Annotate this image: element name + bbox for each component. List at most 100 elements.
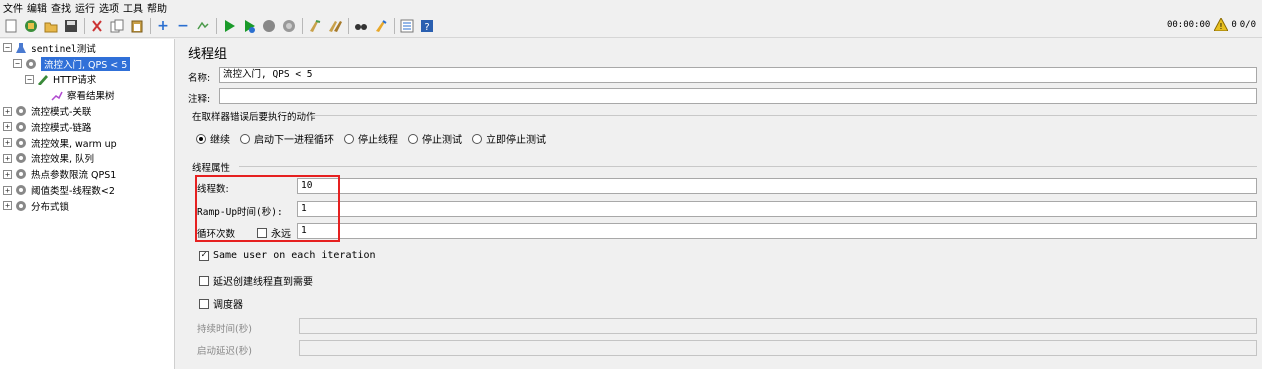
shutdown-icon[interactable] [281,18,297,34]
tree-label: 流控模式-链路 [31,122,92,134]
tree-label: HTTP请求 [53,75,97,87]
radio-start-next-loop[interactable]: 启动下一进程循环 [240,131,334,146]
tree-item-queue[interactable]: + 流控效果, 队列 [0,151,174,167]
toolbar-divider [302,17,303,34]
expand-icon[interactable]: + [3,201,12,211]
startup-delay-label: 启动延迟(秒) [197,346,252,357]
expand-icon[interactable]: + [3,106,12,116]
pen-icon [36,73,50,86]
menu-bar: 文件 编辑 查找 运行 选项 工具 帮助 [0,0,1262,15]
gear-icon [14,184,28,196]
duration-field[interactable] [299,318,1257,334]
menu-help[interactable]: 帮助 [147,0,167,15]
scheduler-checkbox[interactable] [199,298,209,309]
help-icon[interactable]: ? [419,18,435,34]
collapse-icon[interactable]: − [25,74,34,84]
radio-button[interactable] [408,133,418,144]
tree-item-results-tree[interactable]: 察看结果树 [0,87,174,103]
menu-tools[interactable]: 工具 [123,0,143,15]
startup-delay-field[interactable] [299,340,1257,356]
tree-item-hot-param[interactable]: + 热点参数限流 QPS1 [0,166,174,182]
expand-icon[interactable]: + [3,185,12,195]
thread-group-panel: 线程组 名称: 流控入门, QPS < 5 注释: 在取样器错误后要执行的动作 … [181,39,1262,369]
radio-stop-thread[interactable]: 停止线程 [344,131,398,146]
collapse-icon[interactable]: − [3,43,12,53]
function-helper-icon[interactable] [399,18,415,34]
expand-icon[interactable]: + [3,122,12,132]
toolbar-divider [150,17,151,34]
tree-item-thread-group[interactable]: − 流控入门, QPS < 5 [0,56,174,72]
tree-item-warm-up[interactable]: + 流控效果, warm up [0,135,174,151]
tree-label: 流控入门, QPS < 5 [41,56,131,71]
tree-item-distributed-lock[interactable]: + 分布式锁 [0,198,174,214]
expand-icon[interactable]: + [3,153,12,163]
loop-count-field[interactable]: 1 [297,223,1257,239]
tree-label: 流控效果, warm up [31,138,117,150]
paste-icon[interactable] [129,18,145,34]
collapse-all-icon[interactable]: − [175,18,191,34]
open-icon[interactable] [43,18,59,34]
test-plan-tree: − sentinel测试 − 流控入门, QPS < 5 − HTTP请求 察看… [0,39,175,369]
threads-field[interactable]: 10 [297,178,1257,194]
toolbar-divider [394,17,395,34]
toolbar-divider [216,17,217,34]
clear-icon[interactable] [307,18,323,34]
same-user-checkbox[interactable]: ✓ [199,250,209,261]
gear-icon [14,152,28,164]
gear-icon [14,137,28,149]
toolbar: + − ? 00:00:00 ! 0 0/0 [0,14,1262,38]
copy-icon[interactable] [109,18,125,34]
gear-icon [14,200,28,212]
delay-thread-row[interactable]: 延迟创建线程直到需要 [199,273,313,288]
radio-continue[interactable]: 继续 [196,131,230,146]
menu-search[interactable]: 查找 [51,0,71,15]
gear-icon [14,168,28,180]
reset-search-icon[interactable] [373,18,389,34]
thread-count: 0/0 [1239,19,1256,30]
clear-all-icon[interactable] [327,18,343,34]
tree-label: 分布式锁 [31,201,70,213]
radio-button[interactable] [472,133,482,144]
menu-edit[interactable]: 编辑 [27,0,47,15]
tree-label: 流控模式-关联 [31,107,92,119]
expand-all-icon[interactable]: + [155,18,171,34]
comment-field[interactable] [219,88,1257,104]
chart-icon [50,89,64,101]
templates-icon[interactable] [23,18,39,34]
start-no-pause-icon[interactable] [241,18,257,34]
section-divider [239,166,1257,167]
collapse-icon[interactable]: − [13,59,22,69]
start-icon[interactable] [221,18,237,34]
gear-icon [24,58,38,70]
tree-item-flow-chain[interactable]: + 流控模式-链路 [0,119,174,135]
search-icon[interactable] [353,18,369,34]
radio-button[interactable] [344,133,354,144]
tree-label: 热点参数限流 QPS1 [31,170,117,182]
tree-item-thread-threshold[interactable]: + 阈值类型-线程数<2 [0,182,174,198]
menu-run[interactable]: 运行 [75,0,95,15]
svg-text:!: ! [1220,22,1223,31]
tree-item-http-request[interactable]: − HTTP请求 [0,72,174,88]
scheduler-row[interactable]: 调度器 [199,296,243,311]
cut-icon[interactable] [89,18,105,34]
new-icon[interactable] [3,18,19,34]
rampup-field[interactable]: 1 [297,201,1257,217]
expand-icon[interactable]: + [3,169,12,179]
radio-button[interactable] [240,133,250,144]
name-field[interactable]: 流控入门, QPS < 5 [219,67,1257,83]
expand-icon[interactable]: + [3,138,12,148]
radio-stop-test-now[interactable]: 立即停止测试 [472,131,546,146]
stop-icon[interactable] [261,18,277,34]
save-icon[interactable] [63,18,79,34]
menu-file[interactable]: 文件 [3,0,23,15]
menu-options[interactable]: 选项 [99,0,119,15]
warning-icon[interactable]: ! [1214,18,1229,31]
elapsed-time: 00:00:00 [1166,19,1211,30]
tree-item-flow-relation[interactable]: + 流控模式-关联 [0,103,174,119]
delay-thread-checkbox[interactable] [199,275,209,286]
radio-stop-test[interactable]: 停止测试 [408,131,462,146]
tree-root[interactable]: − sentinel测试 [0,40,174,56]
same-user-row[interactable]: ✓ Same user on each iteration [199,250,376,261]
toggle-icon[interactable] [195,18,211,34]
radio-button[interactable] [196,133,206,144]
